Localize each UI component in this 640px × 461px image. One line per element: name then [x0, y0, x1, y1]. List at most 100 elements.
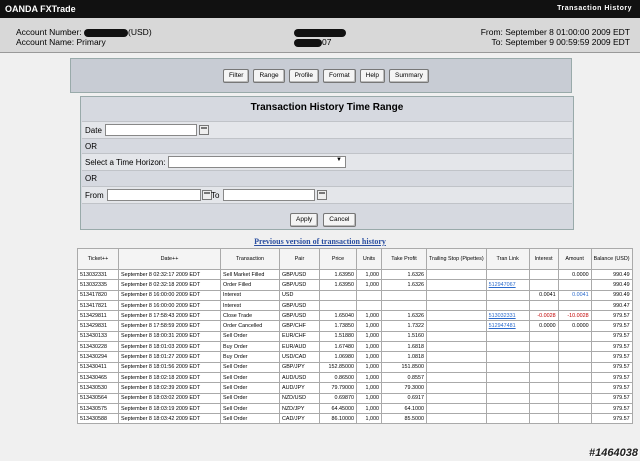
table-cell [485, 289, 530, 301]
table-cell [485, 330, 530, 343]
table-cell: 1,000 [356, 330, 382, 343]
date-row: Date [82, 121, 572, 139]
column-header: Trailing Stop (Pipettes) [426, 248, 487, 270]
table-cell: 1.63950 [319, 268, 357, 281]
from-input[interactable] [107, 189, 201, 201]
column-header: Units [356, 248, 382, 270]
table-cell: 513430411 [77, 361, 119, 373]
tran-link[interactable]: 512947067 [485, 279, 530, 291]
table-cell: 513430465 [77, 371, 119, 384]
table-cell: 0.69870 [319, 392, 357, 404]
date-input[interactable] [105, 124, 197, 136]
table-row: 513430133 September 8 18:00:31 2009 EDT Se… [77, 330, 633, 343]
date-label: Date [85, 126, 102, 135]
table-cell [426, 279, 487, 291]
table-cell [426, 402, 487, 415]
table-cell [426, 371, 487, 384]
table-cell: 1.6818 [381, 341, 427, 353]
table-cell: AUD/USD [279, 371, 320, 384]
or-label: OR [85, 174, 97, 183]
table-cell: 1.6326 [381, 268, 427, 281]
table-cell: September 8 18:01:27 2009 EDT [118, 351, 221, 363]
calendar-icon[interactable] [317, 190, 327, 200]
table-cell: 513430530 [77, 382, 119, 394]
profile-button[interactable]: Profile [288, 69, 320, 83]
column-header: Balance (USD) [590, 248, 633, 270]
table-cell: 979.57 [590, 402, 633, 415]
table-cell [485, 268, 530, 281]
table-cell [528, 382, 559, 394]
table-cell: September 8 02:32:17 2009 EDT [118, 268, 221, 281]
table-cell: USD [279, 289, 320, 301]
table-cell: 1,000 [356, 279, 382, 291]
table-cell: September 8 16:00:00 2009 EDT [118, 299, 221, 312]
summary-button[interactable]: Summary [389, 69, 429, 83]
table-cell [426, 382, 487, 394]
table-cell: 1.65040 [319, 310, 357, 322]
table-cell: 64.1000 [381, 402, 427, 415]
tran-link[interactable]: 512947481 [485, 320, 530, 332]
table-row: 513430575 September 8 18:03:19 2009 EDT Se… [77, 402, 633, 415]
table-cell: September 8 18:02:39 2009 EDT [118, 382, 221, 394]
table-cell [557, 402, 592, 415]
tran-link[interactable]: 513032331 [485, 310, 530, 322]
table-cell [319, 289, 357, 301]
table-row: 513430530 September 8 18:02:39 2009 EDT Se… [77, 382, 633, 394]
table-cell [426, 310, 487, 322]
table-cell: 990.47 [590, 299, 633, 312]
time-horizon-select[interactable]: ▼ [168, 156, 346, 168]
calendar-icon[interactable] [199, 125, 209, 135]
table-cell: 990.49 [590, 289, 633, 301]
table-cell: -10.0028 [557, 310, 592, 322]
table-cell: 979.57 [590, 382, 633, 394]
table-cell: Sell Order [220, 382, 280, 394]
section-title: Transaction History [557, 5, 632, 12]
to-input[interactable] [223, 189, 315, 201]
table-cell: 979.57 [590, 310, 633, 322]
table-cell [528, 361, 559, 373]
table-cell: 979.57 [590, 413, 633, 425]
table-cell: 1.7322 [381, 320, 427, 332]
column-header: Interest [528, 248, 559, 270]
format-button[interactable]: Format [323, 69, 356, 83]
help-button[interactable]: Help [359, 69, 386, 83]
table-cell [528, 279, 559, 291]
table-cell: September 8 17:58:43 2009 EDT [118, 310, 221, 322]
table-cell: USD/CAD [279, 351, 320, 363]
previous-version-link[interactable]: Previous version of transaction history [0, 237, 640, 246]
table-cell [485, 413, 530, 425]
column-header[interactable]: Ticket++ [77, 248, 119, 270]
table-cell: Sell Order [220, 361, 280, 373]
column-header[interactable]: Date++ [118, 248, 221, 270]
filter-button[interactable]: Filter [223, 69, 250, 83]
table-cell: September 8 17:58:59 2009 EDT [118, 320, 221, 332]
account-name: Account Name: Primary [16, 37, 106, 47]
range-button[interactable]: Range [253, 69, 285, 83]
table-cell: 1,000 [356, 351, 382, 363]
table-cell: Sell Market Filled [220, 268, 280, 281]
table-cell: 1,000 [356, 371, 382, 384]
table-cell [485, 392, 530, 404]
apply-button[interactable]: Apply [290, 213, 319, 227]
cancel-button[interactable]: Cancel [323, 213, 356, 227]
table-cell: 513430294 [77, 351, 119, 363]
table-cell: 1.6326 [381, 279, 427, 291]
table-cell: September 8 18:00:31 2009 EDT [118, 330, 221, 343]
table-cell [528, 268, 559, 281]
table-cell [485, 299, 530, 312]
table-cell: Sell Order [220, 402, 280, 415]
table-cell: Interest [220, 299, 280, 312]
table-cell: 1,000 [356, 310, 382, 322]
table-cell: 1,000 [356, 382, 382, 394]
table-cell: NZD/USD [279, 392, 320, 404]
table-cell [557, 330, 592, 343]
range-to: To: September 9 00:59:59 2009 EDT [491, 37, 630, 47]
table-cell: 990.49 [590, 279, 633, 291]
table-cell: Buy Order [220, 341, 280, 353]
table-cell: Buy Order [220, 351, 280, 363]
table-cell [557, 382, 592, 394]
table-cell: 1.5160 [381, 330, 427, 343]
table-cell: September 8 18:02:18 2009 EDT [118, 371, 221, 384]
table-cell [557, 371, 592, 384]
table-cell: 86.10000 [319, 413, 357, 425]
